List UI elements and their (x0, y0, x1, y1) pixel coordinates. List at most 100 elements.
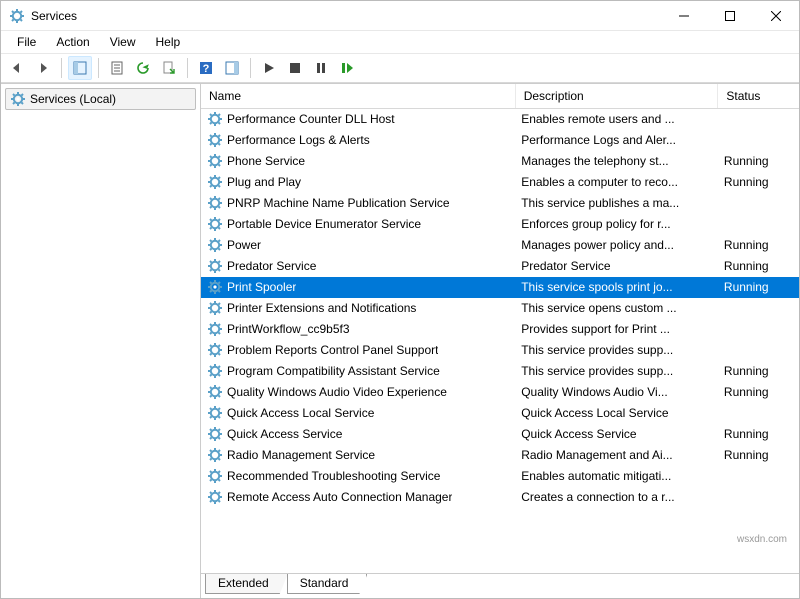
table-row[interactable]: Program Compatibility Assistant Service T… (201, 361, 799, 382)
service-name: Printer Extensions and Notifications (227, 301, 416, 315)
table-row[interactable]: Plug and PlayEnables a computer to reco.… (201, 172, 799, 193)
column-header-description[interactable]: Description (515, 84, 718, 109)
help-button[interactable]: ? (194, 56, 218, 80)
service-status: Running (718, 445, 799, 466)
svg-text:?: ? (203, 63, 210, 75)
services-icon (10, 91, 26, 107)
menu-action[interactable]: Action (46, 33, 99, 51)
column-header-status[interactable]: Status (718, 84, 799, 109)
service-name: Quick Access Service (227, 427, 342, 441)
table-row[interactable]: Remote Access Auto Connection ManagerCre… (201, 487, 799, 508)
services-scroll[interactable]: Name Description Status Performance Coun… (201, 84, 799, 573)
stop-icon (288, 61, 302, 75)
forward-button[interactable] (31, 56, 55, 80)
refresh-button[interactable] (131, 56, 155, 80)
stop-service-button[interactable] (283, 56, 307, 80)
menu-file[interactable]: File (7, 33, 46, 51)
service-gear-icon (207, 279, 223, 295)
table-row[interactable]: PrintWorkflow_cc9b5f3Provides support fo… (201, 319, 799, 340)
tab-extended[interactable]: Extended (205, 574, 288, 594)
service-description: This service publishes a ma... (515, 193, 718, 214)
service-status: Running (718, 256, 799, 277)
services-table: Name Description Status Performance Coun… (201, 84, 799, 508)
service-gear-icon (207, 468, 223, 484)
service-gear-icon (207, 489, 223, 505)
table-row[interactable]: Quick Access ServiceQuick Access Service… (201, 424, 799, 445)
console-tree[interactable]: Services (Local) (1, 84, 201, 598)
service-description: This service provides supp... (515, 340, 718, 361)
toolbar-separator (61, 58, 62, 78)
column-header-name[interactable]: Name (201, 84, 515, 109)
service-description: This service provides supp... (515, 361, 718, 382)
service-description: Enforces group policy for r... (515, 214, 718, 235)
service-gear-icon (207, 237, 223, 253)
table-row[interactable]: Problem Reports Control Panel SupportThi… (201, 340, 799, 361)
action-pane-icon (224, 60, 240, 76)
toolbar-separator (250, 58, 251, 78)
service-description: Manages the telephony st... (515, 151, 718, 172)
maximize-button[interactable] (707, 1, 753, 31)
minimize-button[interactable] (661, 1, 707, 31)
service-name: Program Compatibility Assistant Service (227, 364, 440, 378)
service-status: Running (718, 382, 799, 403)
service-status (718, 487, 799, 508)
back-button[interactable] (5, 56, 29, 80)
service-description: Enables remote users and ... (515, 109, 718, 130)
service-description: Performance Logs and Aler... (515, 130, 718, 151)
table-row[interactable]: Quick Access Local ServiceQuick Access L… (201, 403, 799, 424)
service-name: Portable Device Enumerator Service (227, 217, 421, 231)
menubar: File Action View Help (1, 31, 799, 53)
service-description: Quick Access Local Service (515, 403, 718, 424)
service-status (718, 403, 799, 424)
table-row[interactable]: Portable Device Enumerator Service Enforc… (201, 214, 799, 235)
table-row[interactable]: Recommended Troubleshooting ServiceEnabl… (201, 466, 799, 487)
table-row[interactable]: PowerManages power policy and...Running (201, 235, 799, 256)
tree-item-label: Services (Local) (30, 92, 116, 106)
service-status (718, 466, 799, 487)
service-name: PrintWorkflow_cc9b5f3 (227, 322, 350, 336)
table-row[interactable]: Performance Logs & Alerts Performance Log… (201, 130, 799, 151)
service-gear-icon (207, 405, 223, 421)
service-status: Running (718, 361, 799, 382)
service-status (718, 319, 799, 340)
service-gear-icon (207, 342, 223, 358)
restart-icon (340, 61, 354, 75)
tab-standard[interactable]: Standard (287, 574, 368, 594)
properties-button[interactable] (105, 56, 129, 80)
service-status (718, 298, 799, 319)
restart-service-button[interactable] (335, 56, 359, 80)
service-name: Performance Logs & Alerts (227, 133, 370, 147)
table-row[interactable]: Radio Management ServiceRadio Management… (201, 445, 799, 466)
service-gear-icon (207, 153, 223, 169)
service-status (718, 109, 799, 130)
table-row[interactable]: Quality Windows Audio Video ExperienceQu… (201, 382, 799, 403)
start-service-button[interactable] (257, 56, 281, 80)
services-icon (9, 8, 25, 24)
service-description: Enables a computer to reco... (515, 172, 718, 193)
details-pane: Name Description Status Performance Coun… (201, 84, 799, 598)
export-list-button[interactable] (157, 56, 181, 80)
forward-arrow-icon (35, 60, 51, 76)
show-hide-action-pane-button[interactable] (220, 56, 244, 80)
refresh-icon (135, 60, 151, 76)
service-status: Running (718, 277, 799, 298)
table-row[interactable]: Performance Counter DLL HostEnables remo… (201, 109, 799, 130)
menu-help[interactable]: Help (146, 33, 191, 51)
menu-view[interactable]: View (100, 33, 146, 51)
table-row[interactable]: Predator ServicePredator ServiceRunning (201, 256, 799, 277)
service-description: This service spools print jo... (515, 277, 718, 298)
show-hide-tree-button[interactable] (68, 56, 92, 80)
close-button[interactable] (753, 1, 799, 31)
tree-item-services-local[interactable]: Services (Local) (5, 88, 196, 110)
table-row[interactable]: Printer Extensions and NotificationsThis… (201, 298, 799, 319)
table-row[interactable]: Print Spooler This service spools print j… (201, 277, 799, 298)
toolbar-separator (187, 58, 188, 78)
table-row[interactable]: Phone ServiceManages the telephony st...… (201, 151, 799, 172)
service-status: Running (718, 235, 799, 256)
properties-icon (109, 60, 125, 76)
console-tree-icon (72, 60, 88, 76)
table-row[interactable]: PNRP Machine Name Publication ServiceThi… (201, 193, 799, 214)
service-gear-icon (207, 426, 223, 442)
service-name: Print Spooler (227, 280, 296, 294)
pause-service-button[interactable] (309, 56, 333, 80)
